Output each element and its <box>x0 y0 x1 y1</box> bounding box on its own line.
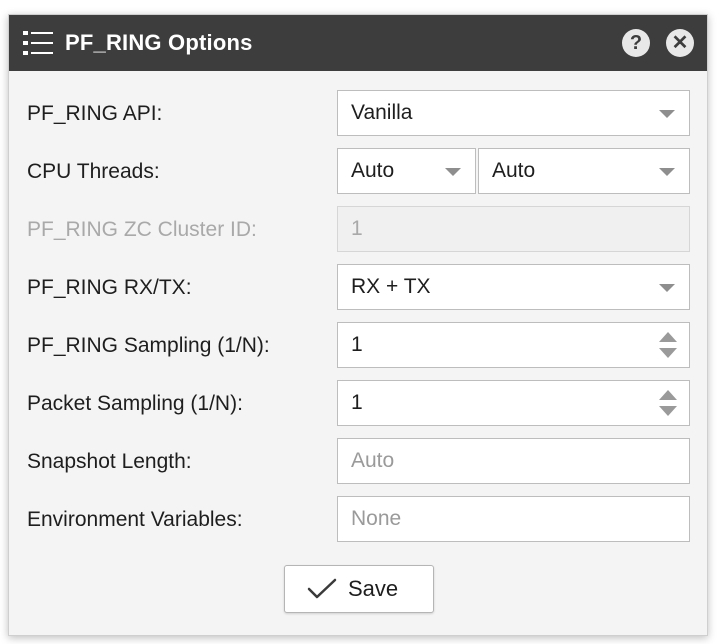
cpu-threads-b-value: Auto <box>492 159 536 182</box>
snapshot-length-placeholder: Auto <box>351 449 395 472</box>
spin-down-icon[interactable] <box>659 348 677 358</box>
dialog-titlebar: PF_RING Options ? ✕ <box>9 15 707 71</box>
spin-up-icon[interactable] <box>659 332 677 342</box>
rxtx-label: PF_RING RX/TX: <box>27 276 192 299</box>
env-vars-input[interactable]: None <box>337 496 690 542</box>
env-vars-placeholder: None <box>351 507 402 530</box>
cpu-threads-a-value: Auto <box>351 159 395 182</box>
cpu-threads-label: CPU Threads: <box>27 160 160 183</box>
save-button[interactable]: Save <box>284 565 434 613</box>
save-button-label: Save <box>348 576 399 601</box>
cpu-threads-select-a[interactable]: Auto <box>337 148 476 194</box>
pf-sampling-input[interactable]: 1 <box>337 322 690 368</box>
pf-ring-options-dialog: PF_RING Options ? ✕ PF_RING API: Vanilla… <box>8 14 708 636</box>
packet-sampling-input[interactable]: 1 <box>337 380 690 426</box>
cpu-threads-select-b[interactable]: Auto <box>478 148 690 194</box>
env-vars-label: Environment Variables: <box>27 508 243 531</box>
api-select[interactable]: Vanilla <box>337 90 690 136</box>
spinner-arrows-icon[interactable] <box>659 332 677 360</box>
zc-cluster-input: 1 <box>337 206 690 252</box>
snapshot-length-label: Snapshot Length: <box>27 450 192 473</box>
snapshot-length-input[interactable]: Auto <box>337 438 690 484</box>
rxtx-select-value: RX + TX <box>351 275 431 298</box>
rxtx-select[interactable]: RX + TX <box>337 264 690 310</box>
zc-cluster-label: PF_RING ZC Cluster ID: <box>27 218 257 241</box>
packet-sampling-label: Packet Sampling (1/N): <box>27 392 243 415</box>
spinner-arrows-icon[interactable] <box>659 390 677 418</box>
api-select-value: Vanilla <box>351 101 413 124</box>
caret-down-icon <box>659 110 675 118</box>
packet-sampling-value: 1 <box>351 391 363 414</box>
pf-sampling-value: 1 <box>351 333 363 356</box>
list-icon <box>23 30 53 56</box>
caret-down-icon <box>445 168 461 176</box>
spin-down-icon[interactable] <box>659 406 677 416</box>
pf-sampling-label: PF_RING Sampling (1/N): <box>27 334 270 357</box>
dialog-title: PF_RING Options <box>65 30 253 55</box>
caret-down-icon <box>659 284 675 292</box>
checkmark-icon <box>307 578 337 600</box>
zc-cluster-value: 1 <box>351 217 363 240</box>
caret-down-icon <box>659 168 675 176</box>
close-icon[interactable]: ✕ <box>666 29 694 57</box>
spin-up-icon[interactable] <box>659 390 677 400</box>
help-icon[interactable]: ? <box>622 29 650 57</box>
api-label: PF_RING API: <box>27 102 163 125</box>
